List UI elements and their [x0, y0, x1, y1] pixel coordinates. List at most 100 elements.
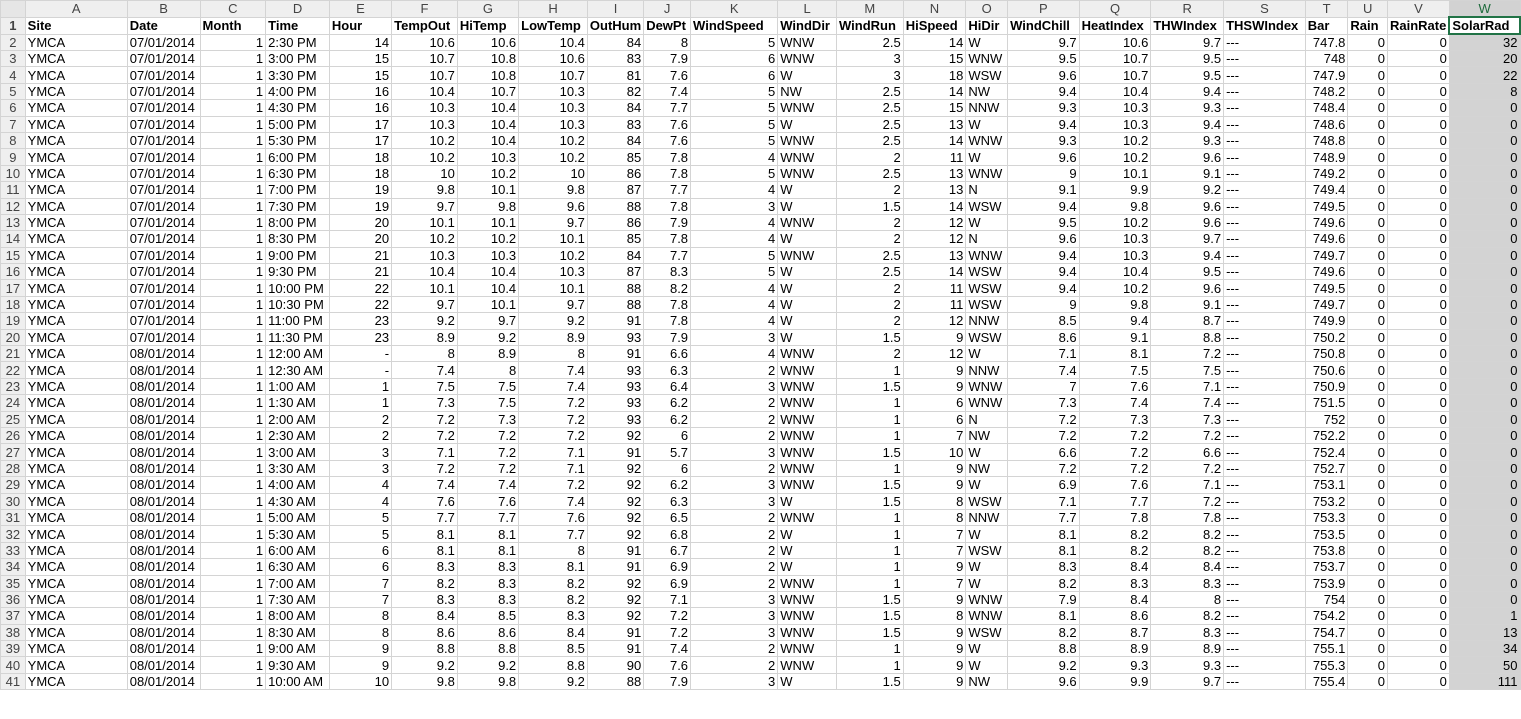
table-cell[interactable]: --- [1223, 574, 1306, 592]
table-cell[interactable]: --- [1223, 66, 1306, 84]
table-cell[interactable]: 2 [836, 181, 904, 199]
table-cell[interactable]: 07/01/2014 [126, 33, 201, 51]
table-cell[interactable]: 9.7 [518, 295, 588, 314]
table-cell[interactable]: 7.2 [518, 410, 588, 428]
table-cell[interactable]: WNW [777, 345, 838, 363]
table-cell[interactable]: 752.4 [1304, 443, 1349, 461]
table-cell[interactable]: 6 [328, 541, 393, 560]
row-header[interactable]: 3 [0, 49, 26, 68]
row-header[interactable]: 21 [0, 345, 26, 363]
table-cell[interactable]: 1 [836, 525, 904, 543]
table-cell[interactable]: 10.1 [391, 213, 458, 232]
table-cell[interactable]: 9.2 [1007, 656, 1080, 674]
table-cell[interactable]: 0 [1347, 443, 1388, 461]
table-cell[interactable]: 0 [1448, 148, 1521, 166]
table-cell[interactable]: YMCA [24, 279, 128, 297]
table-cell[interactable]: 8 [456, 361, 520, 379]
table-cell[interactable]: 10.3 [1078, 99, 1152, 117]
table-cell[interactable]: 0 [1347, 49, 1388, 68]
table-cell[interactable]: 0 [1347, 361, 1388, 379]
table-cell[interactable]: 10.4 [391, 82, 458, 101]
table-cell[interactable]: 8.9 [391, 328, 458, 347]
table-cell[interactable]: 9.4 [1007, 246, 1080, 265]
table-cell[interactable]: 9.4 [1078, 312, 1152, 330]
table-cell[interactable]: 16 [328, 82, 393, 101]
table-cell[interactable]: 8.8 [456, 640, 520, 658]
table-cell[interactable]: 0 [1347, 279, 1388, 297]
table-cell[interactable]: W [965, 656, 1009, 674]
table-cell[interactable]: 0 [1387, 640, 1450, 658]
table-cell[interactable]: 8 [391, 345, 458, 363]
table-cell[interactable]: 10.1 [456, 181, 520, 199]
table-cell[interactable]: 0 [1387, 246, 1450, 265]
table-cell[interactable]: --- [1223, 640, 1306, 658]
table-cell[interactable]: 7.2 [1078, 459, 1152, 478]
column-header-k[interactable]: K [690, 0, 779, 18]
table-cell[interactable]: 07/01/2014 [126, 164, 201, 183]
table-cell[interactable]: 8.1 [456, 525, 520, 543]
table-cell[interactable]: W [965, 148, 1009, 166]
table-cell[interactable]: 8 [518, 345, 588, 363]
table-cell[interactable]: 1 [199, 361, 267, 379]
table-cell[interactable]: WSW [965, 541, 1009, 560]
column-header-r[interactable]: R [1150, 0, 1225, 18]
table-cell[interactable]: 91 [586, 345, 645, 363]
row-header[interactable]: 29 [0, 476, 26, 494]
column-title-cell[interactable]: LowTemp [518, 16, 588, 35]
row-header[interactable]: 22 [0, 361, 26, 379]
table-cell[interactable]: --- [1223, 492, 1306, 510]
table-cell[interactable]: 0 [1387, 279, 1450, 297]
table-cell[interactable]: 2 [836, 279, 904, 297]
table-cell[interactable]: 7.4 [391, 361, 458, 379]
table-cell[interactable]: 1 [199, 148, 267, 166]
table-cell[interactable]: 754.7 [1304, 623, 1349, 642]
table-cell[interactable]: 2 [690, 558, 779, 576]
table-cell[interactable]: YMCA [24, 115, 128, 133]
table-cell[interactable]: 7 [902, 525, 967, 543]
row-header[interactable]: 41 [0, 672, 26, 691]
table-cell[interactable]: 88 [586, 279, 645, 297]
table-cell[interactable]: 6.6 [643, 345, 692, 363]
table-cell[interactable]: 22 [1448, 66, 1521, 84]
table-cell[interactable]: 0 [1448, 230, 1521, 248]
table-cell[interactable]: 0 [1347, 508, 1388, 527]
table-cell[interactable]: 6:00 PM [265, 148, 330, 166]
row-header[interactable]: 32 [0, 525, 26, 543]
table-cell[interactable]: --- [1223, 443, 1306, 461]
table-cell[interactable]: 17 [328, 115, 393, 133]
table-cell[interactable]: 5:00 PM [265, 115, 330, 133]
table-cell[interactable]: --- [1223, 82, 1306, 101]
row-header[interactable]: 5 [0, 82, 26, 101]
table-cell[interactable]: - [328, 345, 393, 363]
table-cell[interactable]: 6.8 [643, 525, 692, 543]
table-cell[interactable]: 9.7 [1007, 33, 1080, 51]
table-cell[interactable]: 10.7 [391, 66, 458, 84]
table-cell[interactable]: 7.4 [643, 640, 692, 658]
table-cell[interactable]: WNW [777, 33, 838, 51]
table-cell[interactable]: 10.3 [518, 82, 588, 101]
table-cell[interactable]: 1 [199, 230, 267, 248]
table-cell[interactable]: 1:30 AM [265, 394, 330, 412]
table-cell[interactable]: --- [1223, 263, 1306, 281]
table-cell[interactable]: W [965, 115, 1009, 133]
table-cell[interactable]: WNW [777, 213, 838, 232]
column-header-n[interactable]: N [902, 0, 967, 18]
table-cell[interactable]: 9 [902, 377, 967, 396]
table-cell[interactable]: 9.2 [391, 656, 458, 674]
table-cell[interactable]: 7.2 [1150, 426, 1225, 445]
table-cell[interactable]: 750.2 [1304, 328, 1349, 347]
table-cell[interactable]: 10.3 [391, 246, 458, 265]
table-cell[interactable]: 0 [1347, 476, 1388, 494]
row-header[interactable]: 25 [0, 410, 26, 428]
table-cell[interactable]: 7.4 [518, 361, 588, 379]
table-cell[interactable]: 7.9 [643, 213, 692, 232]
table-cell[interactable]: 8.1 [456, 541, 520, 560]
table-cell[interactable]: W [965, 345, 1009, 363]
table-cell[interactable]: W [777, 295, 838, 314]
table-cell[interactable]: YMCA [24, 426, 128, 445]
column-header-g[interactable]: G [456, 0, 520, 18]
table-cell[interactable]: 8.2 [518, 590, 588, 609]
table-cell[interactable]: 9.2 [391, 312, 458, 330]
row-header[interactable]: 7 [0, 115, 26, 133]
table-cell[interactable]: 7.1 [1007, 345, 1080, 363]
